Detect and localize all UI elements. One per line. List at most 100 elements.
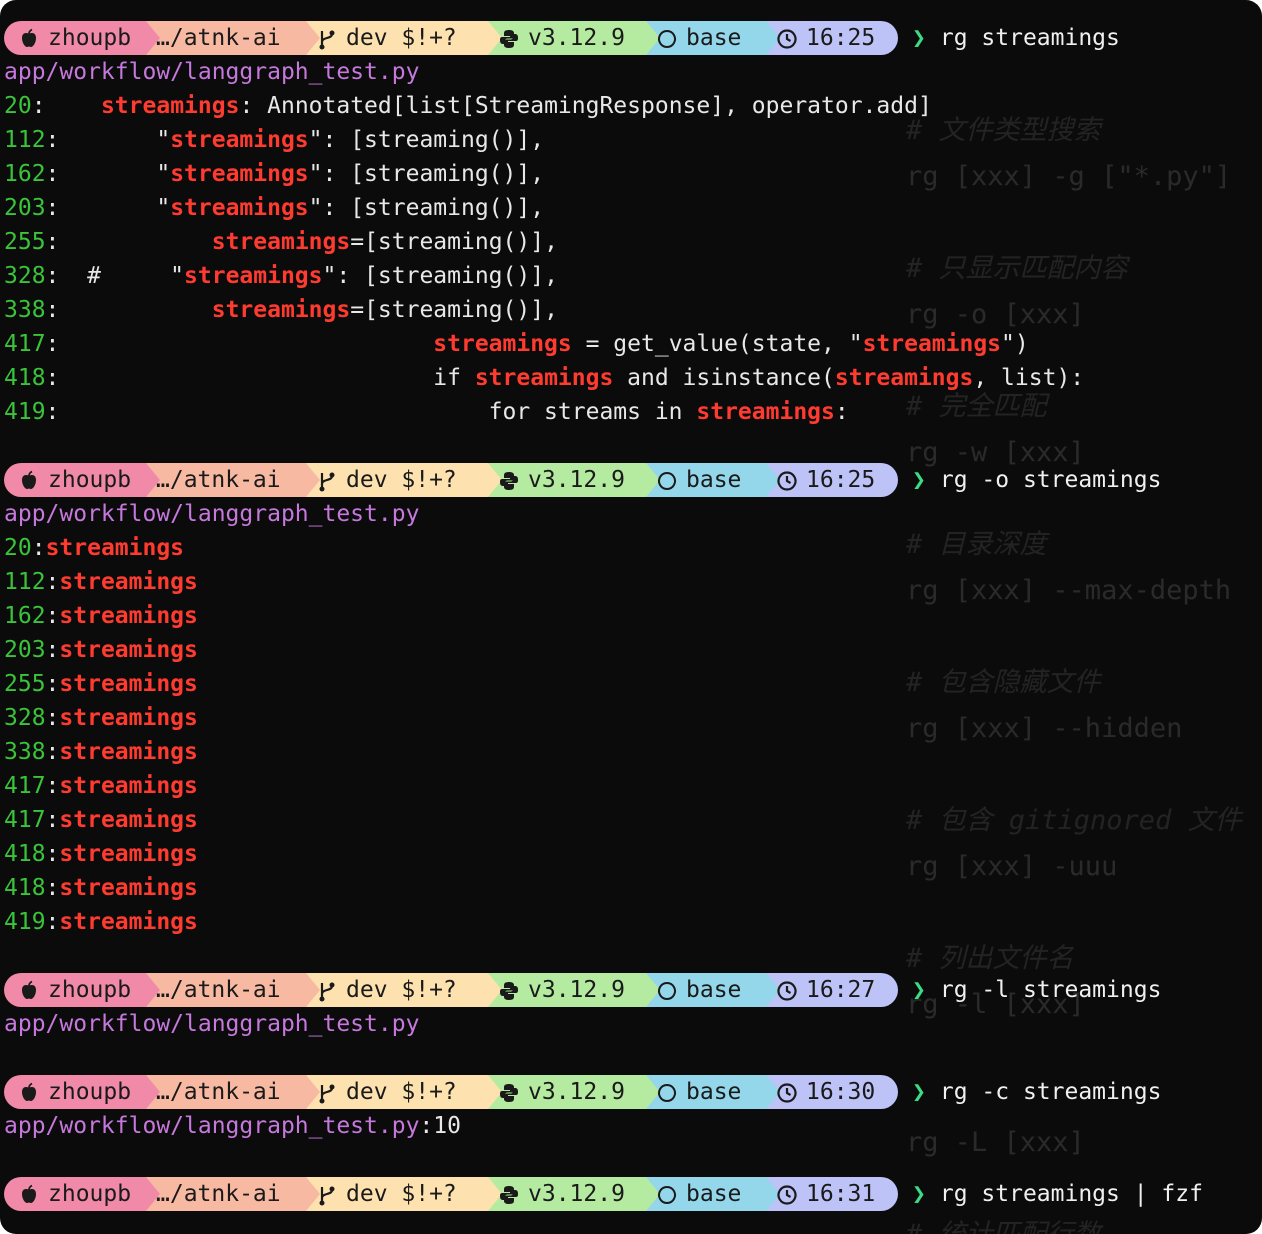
line-separator: : — [45, 195, 60, 221]
output-line: 112: "streamings": [streaming()], — [4, 123, 544, 157]
line-number: 112 — [4, 569, 46, 595]
circle-icon — [656, 1079, 686, 1105]
background-overlay: # 文件类型搜索 rg [xxx] -g ["*.py"] # 只显示匹配内容 rg … — [818, 0, 1262, 1234]
output-line: app/workflow/langgraph_test.py:10 — [4, 1109, 461, 1143]
line-separator: : — [45, 637, 60, 663]
code-text: ": [streaming()], — [308, 127, 545, 153]
prompt-directory-segment: …/atnk-ai — [146, 973, 320, 1007]
overlay-command: rg [xxx] -g ["*.py"] — [906, 161, 1232, 192]
terminal-window[interactable]: # 文件类型搜索 rg [xxx] -g ["*.py"] # 只显示匹配内容 rg … — [0, 0, 1262, 1234]
line-separator: : — [45, 739, 60, 765]
line-number: 338 — [4, 739, 46, 765]
prompt-time-segment-text: 16:25 — [806, 25, 876, 51]
prompt-time-segment-text: 16:31 — [806, 1181, 876, 1207]
match-text: streamings — [696, 399, 835, 425]
circle-icon — [656, 467, 686, 493]
prompt-conda-segment-content: base — [656, 1075, 741, 1109]
output-line: app/workflow/langgraph_test.py — [4, 1007, 419, 1041]
overlay-comment: # 文件类型搜索 — [906, 115, 1101, 146]
prompt-python-segment: v3.12.9 — [488, 1075, 660, 1109]
command-text[interactable]: rg streamings — [940, 25, 1120, 51]
overlay-comment: # 列出文件名 — [906, 943, 1074, 974]
line-separator: : — [45, 331, 60, 357]
overlay-line: rg [xxx] -uuu — [818, 850, 1117, 884]
line-number: 417 — [4, 807, 46, 833]
circle-icon — [656, 1181, 686, 1207]
prompt-python-segment: v3.12.9 — [488, 463, 660, 497]
match-text: streamings — [59, 773, 198, 799]
code-text: ": [streaming()], — [308, 195, 545, 221]
prompt-time-segment-content: 16:30 — [776, 1075, 875, 1109]
git-branch-icon — [316, 1079, 346, 1105]
line-number: 255 — [4, 229, 46, 255]
prompt-caret: ❯ — [912, 1181, 926, 1207]
prompt-git-segment-text: dev $!+? — [346, 1079, 457, 1105]
prompt-conda-segment-content: base — [656, 463, 741, 497]
overlay-comment: # 包含 gitignored 文件 — [906, 805, 1242, 836]
prompt-git-segment-content: dev $!+? — [316, 1075, 457, 1109]
prompt-python-segment-content: v3.12.9 — [498, 21, 625, 55]
code-text: : — [834, 399, 849, 425]
prompt-python-segment-text: v3.12.9 — [528, 1181, 625, 1207]
line-separator: : — [45, 603, 60, 629]
output-line: 162: "streamings": [streaming()], — [4, 157, 544, 191]
line-number: 417 — [4, 331, 46, 357]
python-icon — [498, 977, 528, 1003]
prompt-user-segment-text: zhoupb — [48, 977, 132, 1003]
line-number: 203 — [4, 195, 46, 221]
overlay-line: # 包含隐藏文件 — [818, 666, 1101, 700]
line-separator: : — [45, 229, 60, 255]
line-separator: : — [45, 773, 60, 799]
shell-prompt: zhoupb …/atnk-ai dev $!+? v3.12.9 base 16:25 ❯… — [4, 21, 1120, 55]
command-text[interactable]: rg -c streamings — [940, 1079, 1162, 1105]
prompt-directory-segment-content: …/atnk-ai — [156, 21, 281, 55]
match-text: streamings — [184, 263, 323, 289]
command-text[interactable]: rg streamings | fzf — [940, 1181, 1203, 1207]
overlay-line: rg -L [xxx] — [818, 1126, 1085, 1160]
command-text[interactable]: rg -l streamings — [940, 977, 1162, 1003]
match-text: streamings — [433, 331, 572, 357]
line-separator: : — [45, 263, 60, 289]
prompt-caret: ❯ — [912, 25, 926, 51]
match-text: streamings — [59, 841, 198, 867]
prompt-time-segment: 16:30 — [766, 1075, 898, 1109]
prompt-conda-segment: base — [646, 21, 780, 55]
line-number: 162 — [4, 603, 46, 629]
overlay-command: rg [xxx] --hidden — [906, 713, 1183, 744]
line-number: 20 — [4, 93, 32, 119]
shell-prompt: zhoupb …/atnk-ai dev $!+? v3.12.9 base 16:31 ❯… — [4, 1177, 1203, 1211]
apple-icon — [18, 977, 48, 1003]
prompt-python-segment: v3.12.9 — [488, 1177, 660, 1211]
code-text: " — [59, 195, 171, 221]
prompt-time-segment-text: 16:25 — [806, 467, 876, 493]
prompt-user-segment-content: zhoupb — [18, 973, 131, 1007]
python-icon — [498, 1181, 528, 1207]
line-number: 203 — [4, 637, 46, 663]
prompt-conda-segment-text: base — [686, 25, 742, 51]
code-text: , list): — [973, 365, 1085, 391]
match-text: streamings — [59, 569, 198, 595]
prompt-directory-segment-content: …/atnk-ai — [156, 1177, 281, 1211]
code-text: # " — [59, 263, 185, 289]
line-number: 328 — [4, 705, 46, 731]
output-line: 203:streamings — [4, 633, 198, 667]
match-text: streamings — [211, 297, 351, 323]
overlay-line: rg [xxx] --max-depth — [818, 574, 1231, 608]
output-line: 203: "streamings": [streaming()], — [4, 191, 544, 225]
line-separator: : — [31, 535, 46, 561]
prompt-user-segment-text: zhoupb — [48, 467, 132, 493]
line-separator: : — [45, 569, 60, 595]
output-line: 328: # "streamings": [streaming()], — [4, 259, 558, 293]
output-line: 417:streamings — [4, 769, 198, 803]
line-separator: : — [45, 671, 60, 697]
line-number: 255 — [4, 671, 46, 697]
overlay-line: # 统计匹配行数 — [818, 1218, 1101, 1234]
output-line: 328:streamings — [4, 701, 198, 735]
match-text: streamings — [59, 807, 198, 833]
python-icon — [498, 1079, 528, 1105]
code-text: =[streaming()], — [350, 229, 558, 255]
prompt-user-segment-content: zhoupb — [18, 21, 131, 55]
prompt-time-segment-content: 16:27 — [776, 973, 875, 1007]
match-text: streamings — [211, 229, 351, 255]
command-text[interactable]: rg -o streamings — [940, 467, 1162, 493]
